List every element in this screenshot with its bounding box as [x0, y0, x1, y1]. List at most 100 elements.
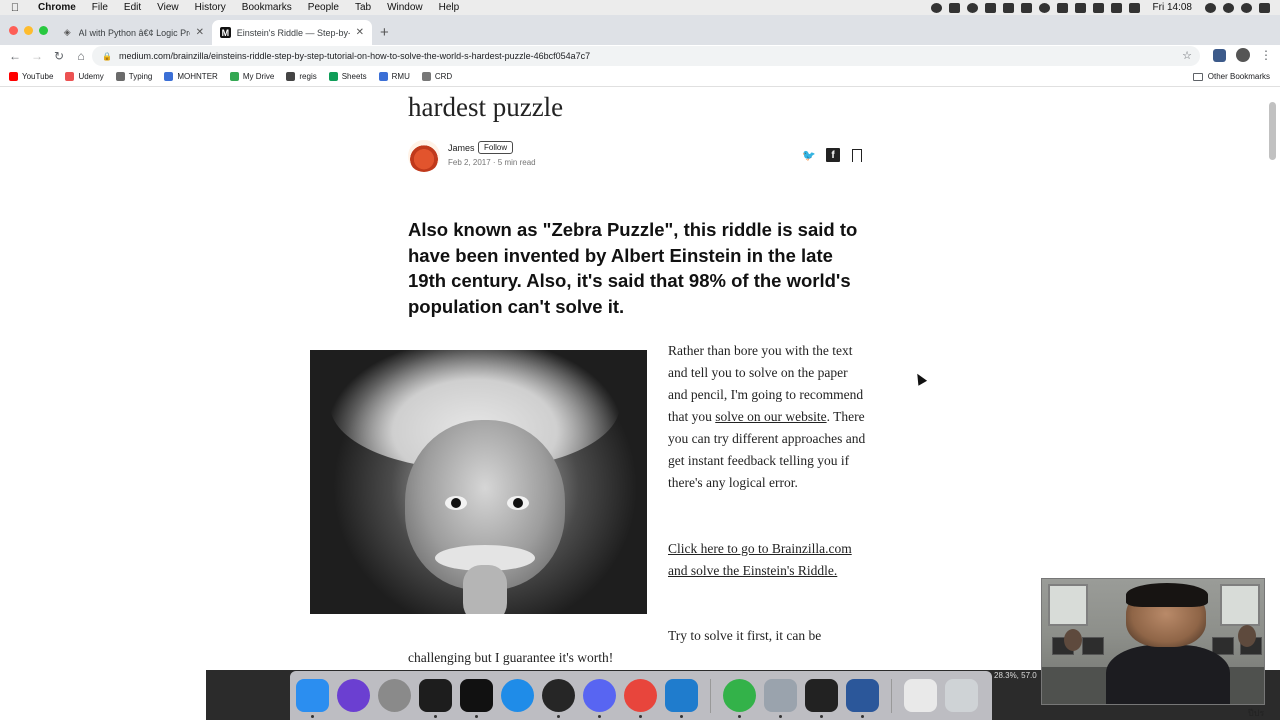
- siri-menubar-icon[interactable]: [1241, 2, 1252, 13]
- menu-people[interactable]: People: [300, 2, 347, 13]
- lock-icon[interactable]: 🔒: [102, 52, 112, 61]
- zoom-window-button[interactable]: [39, 26, 48, 35]
- twitter-icon[interactable]: 🐦: [802, 148, 816, 162]
- profile-avatar[interactable]: [1236, 48, 1250, 62]
- finder-icon[interactable]: [296, 679, 329, 718]
- trash-icon[interactable]: [945, 679, 978, 712]
- activity-monitor-icon[interactable]: [419, 679, 452, 718]
- cloud-icon[interactable]: [966, 2, 978, 13]
- other-bookmarks[interactable]: Other Bookmarks: [1192, 72, 1270, 81]
- pycharm-icon[interactable]: [723, 679, 756, 718]
- spotlight-icon[interactable]: [1223, 2, 1234, 13]
- brainzilla-link[interactable]: Click here to go to Brainzilla.com and s…: [668, 541, 852, 578]
- home-icon[interactable]: ⌂: [70, 49, 92, 63]
- extension-icon[interactable]: [1213, 48, 1226, 62]
- preview-icon[interactable]: [764, 679, 797, 718]
- eject-icon[interactable]: [1092, 2, 1104, 13]
- terminal-icon[interactable]: [460, 679, 493, 718]
- bookmark-article-button[interactable]: [850, 148, 864, 162]
- tab-close-icon[interactable]: ✕: [196, 27, 204, 38]
- bookmark-youtube[interactable]: YouTube: [9, 72, 53, 81]
- bookmark-label: YouTube: [22, 72, 54, 81]
- article-meta: Feb 2, 2017 · 5 min read: [448, 158, 536, 167]
- author-name-link[interactable]: James: [448, 143, 475, 153]
- menu-tab[interactable]: Tab: [347, 2, 379, 13]
- bookmark-regis[interactable]: regis: [286, 72, 317, 81]
- user-icon[interactable]: [1205, 2, 1216, 13]
- bookmark-label: RMU: [391, 72, 410, 81]
- chrome-icon[interactable]: [624, 679, 657, 718]
- menu-app-name[interactable]: Chrome: [30, 2, 84, 13]
- discord-icon[interactable]: [583, 679, 616, 718]
- url-text[interactable]: medium.com/brainzilla/einsteins-riddle-s…: [119, 51, 590, 61]
- bookmark-star-icon[interactable]: ☆: [1182, 49, 1192, 62]
- wifi-icon[interactable]: [1038, 2, 1050, 13]
- bookmark-crd[interactable]: CRD: [421, 72, 453, 81]
- menu-file[interactable]: File: [84, 2, 116, 13]
- status-app-icon[interactable]: [1020, 2, 1032, 13]
- menu-window[interactable]: Window: [379, 2, 431, 13]
- tab-close-icon[interactable]: ✕: [356, 27, 364, 38]
- follow-button[interactable]: Follow: [478, 141, 514, 154]
- bookmark-udemy[interactable]: Udemy: [65, 72, 104, 81]
- menu-bookmarks[interactable]: Bookmarks: [234, 2, 300, 13]
- new-tab-plus-icon[interactable]: +: [380, 24, 389, 41]
- sheets-icon: [328, 72, 338, 81]
- solve-on-website-link[interactable]: solve on our website: [715, 409, 826, 424]
- minimize-window-button[interactable]: [24, 26, 33, 35]
- tab-ai-with-python[interactable]: ◈ AI with Python â€¢ Logic Progr ✕: [54, 20, 212, 45]
- bookmark-label: regis: [299, 72, 317, 81]
- photo-face-shape: [405, 420, 565, 614]
- launchpad-icon[interactable]: [378, 679, 411, 712]
- bookmark-my-drive[interactable]: My Drive: [229, 72, 274, 81]
- volume-icon[interactable]: [1110, 2, 1122, 13]
- bookmark-sheets[interactable]: Sheets: [328, 72, 367, 81]
- menu-edit[interactable]: Edit: [116, 2, 149, 13]
- terminal-2-icon[interactable]: [805, 679, 838, 718]
- menu-view[interactable]: View: [149, 2, 187, 13]
- close-window-button[interactable]: [9, 26, 18, 35]
- facebook-icon[interactable]: f: [826, 148, 840, 162]
- back-arrow-icon[interactable]: ←: [4, 49, 26, 63]
- menu-help[interactable]: Help: [431, 2, 468, 13]
- bookmark-mohnter[interactable]: MOHNTER: [164, 72, 218, 81]
- status-app-icon[interactable]: [1002, 2, 1014, 13]
- site-icon: [164, 72, 174, 81]
- paragraph-challenge-line-1: Try to solve it first, it can be: [668, 628, 822, 643]
- status-app-icon[interactable]: [930, 2, 942, 13]
- system-status-text: 28.3%, 57.0: [994, 671, 1037, 680]
- reload-icon[interactable]: ↻: [48, 49, 70, 63]
- udemy-icon: [65, 72, 75, 81]
- status-app-icon[interactable]: [948, 2, 960, 13]
- obs-icon[interactable]: [542, 679, 575, 718]
- vscode-icon[interactable]: [665, 679, 698, 718]
- remote-desktop-icon: [421, 72, 431, 81]
- bookmark-label: CRD: [434, 72, 453, 81]
- bluetooth-icon[interactable]: [1056, 2, 1068, 13]
- forward-arrow-icon[interactable]: →: [26, 49, 48, 63]
- paragraph-intro: Rather than bore you with the text and t…: [668, 340, 868, 494]
- article-title: hardest puzzle: [408, 92, 564, 122]
- tab-title: AI with Python â€¢ Logic Progr: [78, 27, 190, 38]
- einstein-photo: [310, 350, 647, 614]
- bookmark-typing[interactable]: Typing: [115, 72, 152, 81]
- bookmark-rmu[interactable]: RMU: [378, 72, 410, 81]
- notification-center-icon[interactable]: [1259, 2, 1270, 13]
- author-avatar[interactable]: [408, 140, 440, 172]
- apple-menu-icon[interactable]: : [0, 2, 30, 14]
- siri-icon[interactable]: [337, 679, 370, 712]
- photo-tongue-shape: [463, 565, 507, 614]
- tab-einsteins-riddle[interactable]: M Einstein's Riddle — Step-by-st ✕: [212, 20, 372, 45]
- status-app-icon[interactable]: [984, 2, 996, 13]
- webcam-hair-shape: [1126, 583, 1208, 607]
- chrome-menu-icon[interactable]: ⋮: [1260, 48, 1272, 62]
- address-bar[interactable]: 🔒 medium.com/brainzilla/einsteins-riddle…: [92, 46, 1200, 66]
- safari-icon[interactable]: [501, 679, 534, 712]
- page-scrollbar[interactable]: [1269, 102, 1276, 160]
- airplay-icon[interactable]: [1074, 2, 1086, 13]
- word-icon[interactable]: [846, 679, 879, 718]
- menu-history[interactable]: History: [187, 2, 234, 13]
- documents-icon[interactable]: [904, 679, 937, 712]
- menubar-clock[interactable]: Fri 14:08: [1153, 2, 1192, 13]
- input-source-icon[interactable]: [1128, 2, 1140, 13]
